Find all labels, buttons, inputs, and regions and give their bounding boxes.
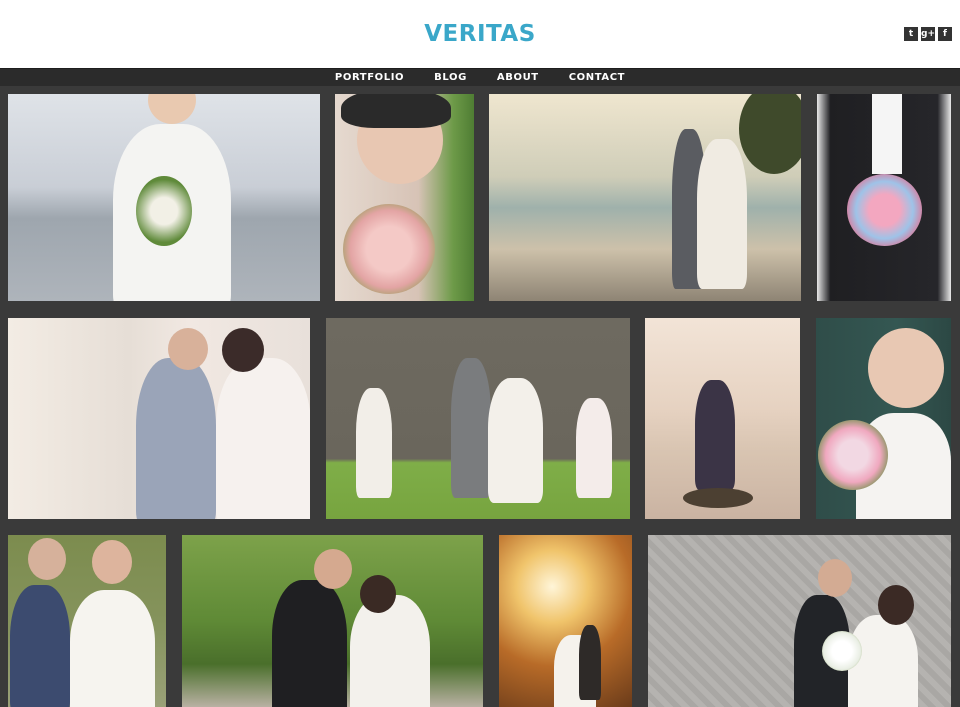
site-header: VERITAS t g+ f bbox=[0, 0, 960, 68]
groom-figure bbox=[579, 625, 601, 700]
groom-figure bbox=[451, 358, 491, 498]
bride-figure bbox=[697, 139, 747, 289]
groom-head bbox=[818, 559, 852, 597]
groom-head bbox=[168, 328, 208, 370]
gallery-photo-bride-bouquet-lake[interactable] bbox=[8, 94, 320, 301]
social-links: t g+ f bbox=[904, 27, 952, 41]
gallery-photo-couple-autumn[interactable] bbox=[499, 535, 632, 707]
groom-figure bbox=[10, 585, 70, 707]
bouquet bbox=[847, 174, 922, 246]
bride-head bbox=[360, 575, 396, 613]
gallery-photo-couple-running[interactable] bbox=[182, 535, 483, 707]
bride-figure bbox=[350, 595, 430, 707]
bouquet bbox=[136, 176, 192, 246]
groom-figure bbox=[272, 580, 347, 707]
main-nav: PORTFOLIO BLOG ABOUT CONTACT bbox=[0, 68, 960, 86]
gallery-photo-couple-portrait[interactable] bbox=[8, 535, 166, 707]
twitter-icon[interactable]: t bbox=[904, 27, 918, 41]
gallery-photo-couple-cobblestone[interactable] bbox=[648, 535, 951, 707]
guest-figure bbox=[356, 388, 392, 498]
bouquet bbox=[343, 204, 435, 294]
bouquet bbox=[822, 631, 862, 671]
site-logo[interactable]: VERITAS bbox=[0, 0, 960, 68]
shirt bbox=[872, 94, 902, 174]
gallery-photo-bride-birdcage-veil[interactable] bbox=[816, 318, 951, 519]
bride-head bbox=[878, 585, 914, 625]
bride-head bbox=[868, 328, 944, 408]
gallery-photo-couple-fountain[interactable] bbox=[489, 94, 801, 301]
gallery-photo-wedding-party[interactable] bbox=[326, 318, 630, 519]
google-plus-icon[interactable]: g+ bbox=[921, 27, 935, 41]
nav-item-blog[interactable]: BLOG bbox=[419, 72, 482, 83]
groom-figure bbox=[136, 358, 216, 519]
bride-figure bbox=[216, 358, 310, 519]
groom-head bbox=[314, 549, 352, 589]
nav-item-contact[interactable]: CONTACT bbox=[554, 72, 640, 83]
couple-figure bbox=[695, 380, 735, 490]
gallery-photo-bride-veil[interactable] bbox=[335, 94, 474, 301]
facebook-icon[interactable]: f bbox=[938, 27, 952, 41]
gallery-photo-couple-petals[interactable] bbox=[8, 318, 310, 519]
bride-figure bbox=[70, 590, 155, 707]
bride-head bbox=[92, 540, 132, 584]
rock bbox=[683, 488, 753, 508]
groom-head bbox=[28, 538, 66, 580]
nav-item-about[interactable]: ABOUT bbox=[482, 72, 554, 83]
guest-figure bbox=[576, 398, 612, 498]
bride-head bbox=[222, 328, 264, 372]
nav-item-portfolio[interactable]: PORTFOLIO bbox=[320, 72, 419, 83]
bride-figure bbox=[488, 378, 543, 503]
bouquet bbox=[818, 420, 888, 490]
gallery-photo-couple-rock[interactable] bbox=[645, 318, 800, 519]
veil bbox=[341, 94, 451, 128]
gallery-photo-groom-bouquet[interactable] bbox=[817, 94, 951, 301]
